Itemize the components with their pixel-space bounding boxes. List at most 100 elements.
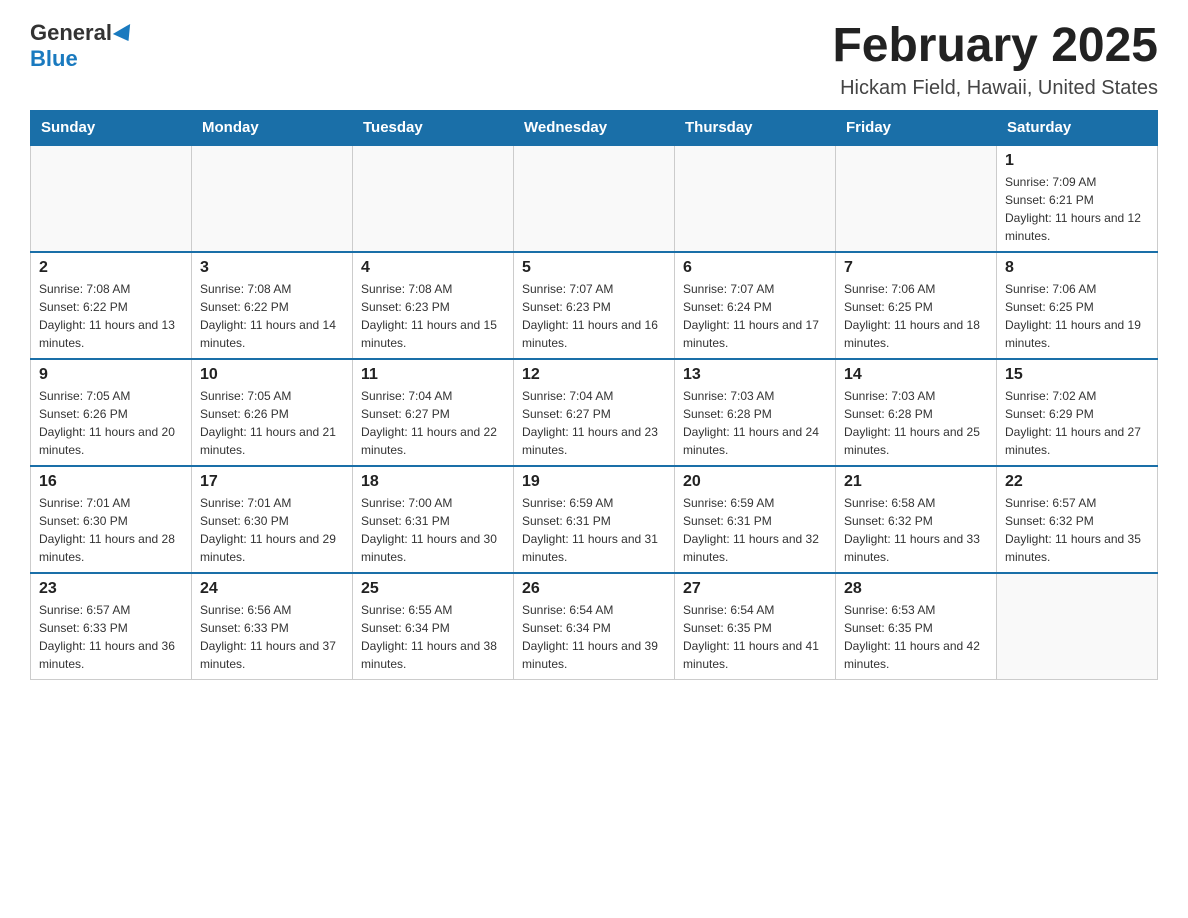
logo: General Blue bbox=[30, 20, 135, 72]
table-row: 26Sunrise: 6:54 AM Sunset: 6:34 PM Dayli… bbox=[514, 573, 675, 680]
day-info: Sunrise: 7:02 AM Sunset: 6:29 PM Dayligh… bbox=[1005, 387, 1149, 459]
calendar-week-row: 2 Sunrise: 7:08 AM Sunset: 6:22 PM Daylig… bbox=[31, 252, 1158, 359]
location-subtitle: Hickam Field, Hawaii, United States bbox=[832, 77, 1158, 100]
table-row: 13 Sunrise: 7:03 AM Sunset: 6:28 PM Dayli… bbox=[675, 359, 836, 466]
day-number: 1 bbox=[1005, 152, 1149, 170]
calendar-week-row: 23Sunrise: 6:57 AM Sunset: 6:33 PM Dayli… bbox=[31, 573, 1158, 680]
table-row: 15Sunrise: 7:02 AM Sunset: 6:29 PM Dayli… bbox=[997, 359, 1158, 466]
day-number: 12 bbox=[522, 366, 666, 384]
calendar-week-row: 9 Sunrise: 7:05 AM Sunset: 6:26 PM Daylig… bbox=[31, 359, 1158, 466]
day-number: 17 bbox=[200, 473, 344, 491]
day-number: 9 bbox=[39, 366, 183, 384]
table-row: 17 Sunrise: 7:01 AM Sunset: 6:30 PM Dayli… bbox=[192, 466, 353, 573]
day-info: Sunrise: 7:03 AM Sunset: 6:28 PM Dayligh… bbox=[844, 387, 988, 459]
table-row: 1 Sunrise: 7:09 AM Sunset: 6:21 PM Daylig… bbox=[997, 145, 1158, 252]
day-info: Sunrise: 7:06 AM Sunset: 6:25 PM Dayligh… bbox=[844, 280, 988, 352]
table-row: 3Sunrise: 7:08 AM Sunset: 6:22 PM Daylig… bbox=[192, 252, 353, 359]
day-number: 2 bbox=[39, 259, 183, 277]
table-row: 19Sunrise: 6:59 AM Sunset: 6:31 PM Dayli… bbox=[514, 466, 675, 573]
day-info: Sunrise: 7:04 AM Sunset: 6:27 PM Dayligh… bbox=[361, 387, 505, 459]
calendar-week-row: 1 Sunrise: 7:09 AM Sunset: 6:21 PM Daylig… bbox=[31, 145, 1158, 252]
day-info: Sunrise: 6:56 AM Sunset: 6:33 PM Dayligh… bbox=[200, 601, 344, 673]
table-row bbox=[675, 145, 836, 252]
day-number: 6 bbox=[683, 259, 827, 277]
day-number: 16 bbox=[39, 473, 183, 491]
col-monday: Monday bbox=[192, 110, 353, 145]
day-info: Sunrise: 6:57 AM Sunset: 6:32 PM Dayligh… bbox=[1005, 494, 1149, 566]
day-info: Sunrise: 6:53 AM Sunset: 6:35 PM Dayligh… bbox=[844, 601, 988, 673]
table-row: 5Sunrise: 7:07 AM Sunset: 6:23 PM Daylig… bbox=[514, 252, 675, 359]
table-row: 6 Sunrise: 7:07 AM Sunset: 6:24 PM Daylig… bbox=[675, 252, 836, 359]
day-number: 24 bbox=[200, 580, 344, 598]
title-block: February 2025 Hickam Field, Hawaii, Unit… bbox=[832, 20, 1158, 100]
day-number: 5 bbox=[522, 259, 666, 277]
day-info: Sunrise: 7:04 AM Sunset: 6:27 PM Dayligh… bbox=[522, 387, 666, 459]
table-row: 12 Sunrise: 7:04 AM Sunset: 6:27 PM Dayli… bbox=[514, 359, 675, 466]
col-saturday: Saturday bbox=[997, 110, 1158, 145]
logo-text: General bbox=[30, 20, 135, 46]
table-row: 25Sunrise: 6:55 AM Sunset: 6:34 PM Dayli… bbox=[353, 573, 514, 680]
table-row: 14 Sunrise: 7:03 AM Sunset: 6:28 PM Dayli… bbox=[836, 359, 997, 466]
day-number: 25 bbox=[361, 580, 505, 598]
table-row: 7 Sunrise: 7:06 AM Sunset: 6:25 PM Daylig… bbox=[836, 252, 997, 359]
day-info: Sunrise: 6:58 AM Sunset: 6:32 PM Dayligh… bbox=[844, 494, 988, 566]
day-number: 11 bbox=[361, 366, 505, 384]
table-row bbox=[353, 145, 514, 252]
day-info: Sunrise: 7:06 AM Sunset: 6:25 PM Dayligh… bbox=[1005, 280, 1149, 352]
col-tuesday: Tuesday bbox=[353, 110, 514, 145]
day-number: 8 bbox=[1005, 259, 1149, 277]
day-number: 28 bbox=[844, 580, 988, 598]
day-number: 20 bbox=[683, 473, 827, 491]
table-row: 11 Sunrise: 7:04 AM Sunset: 6:27 PM Dayli… bbox=[353, 359, 514, 466]
table-row: 2Sunrise: 7:08 AM Sunset: 6:22 PM Daylig… bbox=[31, 252, 192, 359]
table-row: 21Sunrise: 6:58 AM Sunset: 6:32 PM Dayli… bbox=[836, 466, 997, 573]
calendar-header-row: Sunday Monday Tuesday Wednesday Thursday… bbox=[31, 110, 1158, 145]
day-number: 27 bbox=[683, 580, 827, 598]
table-row bbox=[192, 145, 353, 252]
col-sunday: Sunday bbox=[31, 110, 192, 145]
day-number: 19 bbox=[522, 473, 666, 491]
table-row: 9 Sunrise: 7:05 AM Sunset: 6:26 PM Daylig… bbox=[31, 359, 192, 466]
day-number: 18 bbox=[361, 473, 505, 491]
day-number: 22 bbox=[1005, 473, 1149, 491]
day-info: Sunrise: 7:00 AM Sunset: 6:31 PM Dayligh… bbox=[361, 494, 505, 566]
day-number: 14 bbox=[844, 366, 988, 384]
table-row: 20Sunrise: 6:59 AM Sunset: 6:31 PM Dayli… bbox=[675, 466, 836, 573]
day-number: 10 bbox=[200, 366, 344, 384]
day-info: Sunrise: 7:07 AM Sunset: 6:24 PM Dayligh… bbox=[683, 280, 827, 352]
day-info: Sunrise: 7:08 AM Sunset: 6:23 PM Dayligh… bbox=[361, 280, 505, 352]
day-info: Sunrise: 7:09 AM Sunset: 6:21 PM Dayligh… bbox=[1005, 173, 1149, 245]
day-info: Sunrise: 6:54 AM Sunset: 6:34 PM Dayligh… bbox=[522, 601, 666, 673]
table-row bbox=[836, 145, 997, 252]
logo-blue-text: Blue bbox=[30, 46, 78, 72]
day-info: Sunrise: 7:08 AM Sunset: 6:22 PM Dayligh… bbox=[200, 280, 344, 352]
logo-general-text: General bbox=[30, 20, 112, 46]
calendar-week-row: 16 Sunrise: 7:01 AM Sunset: 6:30 PM Dayli… bbox=[31, 466, 1158, 573]
table-row bbox=[514, 145, 675, 252]
table-row: 18 Sunrise: 7:00 AM Sunset: 6:31 PM Dayli… bbox=[353, 466, 514, 573]
day-number: 7 bbox=[844, 259, 988, 277]
table-row: 27 Sunrise: 6:54 AM Sunset: 6:35 PM Dayli… bbox=[675, 573, 836, 680]
day-number: 23 bbox=[39, 580, 183, 598]
col-wednesday: Wednesday bbox=[514, 110, 675, 145]
day-info: Sunrise: 7:03 AM Sunset: 6:28 PM Dayligh… bbox=[683, 387, 827, 459]
table-row: 28 Sunrise: 6:53 AM Sunset: 6:35 PM Dayli… bbox=[836, 573, 997, 680]
table-row: 22 Sunrise: 6:57 AM Sunset: 6:32 PM Dayli… bbox=[997, 466, 1158, 573]
table-row: 10Sunrise: 7:05 AM Sunset: 6:26 PM Dayli… bbox=[192, 359, 353, 466]
day-info: Sunrise: 7:05 AM Sunset: 6:26 PM Dayligh… bbox=[39, 387, 183, 459]
day-number: 13 bbox=[683, 366, 827, 384]
day-info: Sunrise: 7:01 AM Sunset: 6:30 PM Dayligh… bbox=[200, 494, 344, 566]
table-row: 23Sunrise: 6:57 AM Sunset: 6:33 PM Dayli… bbox=[31, 573, 192, 680]
day-info: Sunrise: 7:01 AM Sunset: 6:30 PM Dayligh… bbox=[39, 494, 183, 566]
calendar-table: Sunday Monday Tuesday Wednesday Thursday… bbox=[30, 110, 1158, 680]
logo-arrow-icon bbox=[113, 24, 137, 46]
day-number: 4 bbox=[361, 259, 505, 277]
table-row: 4 Sunrise: 7:08 AM Sunset: 6:23 PM Daylig… bbox=[353, 252, 514, 359]
day-info: Sunrise: 6:54 AM Sunset: 6:35 PM Dayligh… bbox=[683, 601, 827, 673]
table-row: 24 Sunrise: 6:56 AM Sunset: 6:33 PM Dayli… bbox=[192, 573, 353, 680]
table-row: 8 Sunrise: 7:06 AM Sunset: 6:25 PM Daylig… bbox=[997, 252, 1158, 359]
table-row bbox=[31, 145, 192, 252]
page-header: General Blue February 2025 Hickam Field,… bbox=[30, 20, 1158, 100]
month-title: February 2025 bbox=[832, 20, 1158, 73]
col-thursday: Thursday bbox=[675, 110, 836, 145]
